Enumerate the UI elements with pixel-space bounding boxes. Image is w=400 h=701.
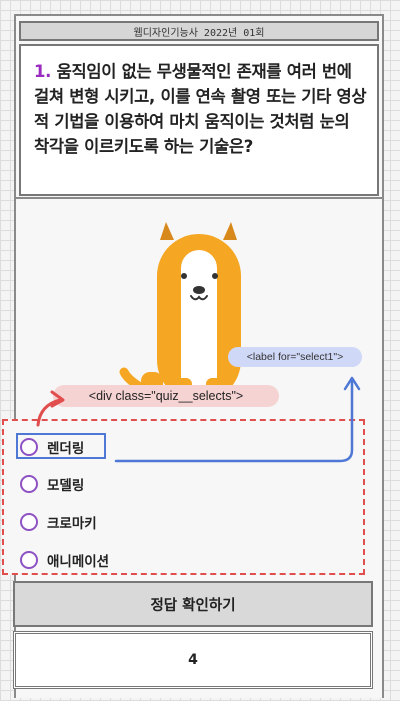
option-label: 애니메이션 xyxy=(47,554,110,570)
radio-button[interactable] xyxy=(20,513,38,531)
option-label: 크로마키 xyxy=(47,516,97,532)
dog-left-ear xyxy=(160,222,174,240)
dog-left-eye xyxy=(181,273,187,279)
dog-right-ear xyxy=(223,222,237,240)
option-label: 렌더링 xyxy=(47,441,85,457)
option-label: 모델링 xyxy=(47,478,85,494)
answer-display: 4 xyxy=(13,631,373,689)
radio-button[interactable] xyxy=(20,551,38,569)
label-tag-annotation: <label for="select1"> xyxy=(228,347,362,367)
radio-button[interactable] xyxy=(20,438,38,456)
dog-nose xyxy=(193,286,205,294)
quiz-selects: 렌더링 모델링 크로마키 애니메이션 xyxy=(2,419,365,575)
check-answer-button[interactable]: 정답 확인하기 xyxy=(13,581,373,627)
div-tag-annotation: <div class="quiz__selects"> xyxy=(53,385,279,407)
option-4[interactable]: 애니메이션 xyxy=(20,549,109,571)
dog-belly xyxy=(181,250,217,400)
dog-right-eye xyxy=(212,273,218,279)
answer-value: 4 xyxy=(188,652,198,668)
option-2[interactable]: 모델링 xyxy=(20,473,84,495)
option-1[interactable]: 렌더링 xyxy=(20,436,84,458)
option-3[interactable]: 크로마키 xyxy=(20,511,97,533)
radio-button[interactable] xyxy=(20,475,38,493)
